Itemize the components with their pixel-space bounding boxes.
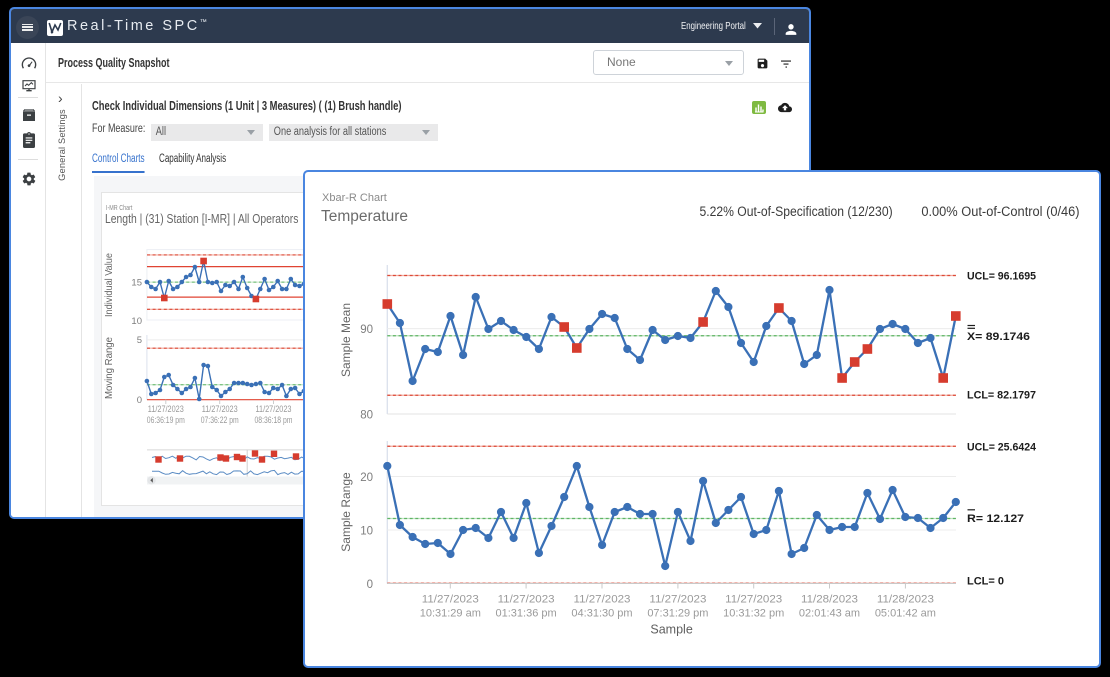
svg-text:80: 80 bbox=[360, 409, 373, 421]
svg-text:01:31:36 pm: 01:31:36 pm bbox=[496, 608, 557, 620]
svg-text:06:36:19 pm: 06:36:19 pm bbox=[147, 415, 185, 425]
svg-text:11/27/2023: 11/27/2023 bbox=[422, 594, 479, 606]
svg-text:11/27/2023: 11/27/2023 bbox=[202, 404, 238, 414]
svg-text:11/27/2023: 11/27/2023 bbox=[649, 594, 706, 606]
svg-text:02:01:43 am: 02:01:43 am bbox=[799, 608, 860, 620]
svg-text:07:36:22 pm: 07:36:22 pm bbox=[201, 415, 239, 425]
svg-text:11/27/2023: 11/27/2023 bbox=[148, 404, 184, 414]
svg-text:20: 20 bbox=[360, 472, 373, 484]
svg-text:UCL= 96.1695: UCL= 96.1695 bbox=[967, 271, 1036, 283]
svg-text:10:31:29 am: 10:31:29 am bbox=[420, 608, 481, 620]
svg-text:04:31:30 pm: 04:31:30 pm bbox=[571, 608, 632, 620]
svg-text:15: 15 bbox=[131, 277, 142, 288]
svg-text:5: 5 bbox=[137, 335, 142, 346]
svg-text:11/27/2023: 11/27/2023 bbox=[256, 404, 292, 414]
svg-text:Individual Value: Individual Value bbox=[104, 253, 115, 317]
svg-text:11/28/2023: 11/28/2023 bbox=[877, 594, 934, 606]
svg-text:Moving Range: Moving Range bbox=[104, 337, 115, 399]
svg-text:10: 10 bbox=[131, 316, 142, 327]
svg-text:05:01:42 am: 05:01:42 am bbox=[875, 608, 936, 620]
svg-text:R= 12.127: R= 12.127 bbox=[967, 513, 1024, 525]
svg-text:UCL= 25.6424: UCL= 25.6424 bbox=[967, 442, 1037, 454]
svg-text:0: 0 bbox=[137, 395, 142, 406]
svg-text:X= 89.1746: X= 89.1746 bbox=[967, 331, 1030, 343]
svg-text:07:31:29 pm: 07:31:29 pm bbox=[647, 608, 708, 620]
svg-text:11/28/2023: 11/28/2023 bbox=[801, 594, 858, 606]
svg-text:10:31:32 pm: 10:31:32 pm bbox=[723, 608, 784, 620]
svg-text:LCL= 82.1797: LCL= 82.1797 bbox=[967, 390, 1036, 402]
svg-text:LCL= 0: LCL= 0 bbox=[967, 576, 1004, 588]
svg-text:0: 0 bbox=[367, 579, 373, 591]
svg-text:90: 90 bbox=[360, 324, 373, 336]
svg-text:Sample Mean: Sample Mean bbox=[339, 303, 353, 377]
svg-text:10: 10 bbox=[360, 525, 373, 537]
svg-text:Sample Range: Sample Range bbox=[339, 472, 353, 552]
svg-text:11/27/2023: 11/27/2023 bbox=[574, 594, 631, 606]
svg-text:08:36:18 pm: 08:36:18 pm bbox=[255, 415, 293, 425]
svg-text:Sample: Sample bbox=[650, 623, 692, 637]
svg-text:11/27/2023: 11/27/2023 bbox=[498, 594, 555, 606]
svg-text:11/27/2023: 11/27/2023 bbox=[725, 594, 782, 606]
